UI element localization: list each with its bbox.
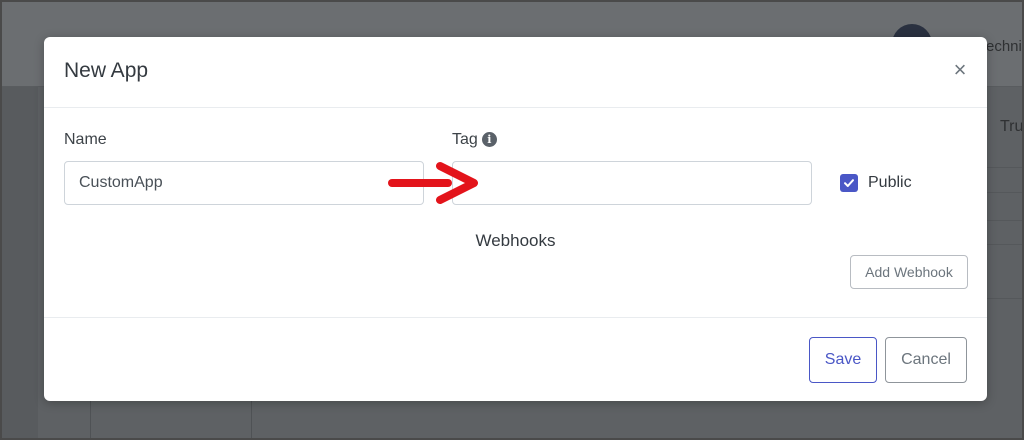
new-app-modal: New App × Name Tagi Public Webhooks Add … (44, 37, 987, 401)
background-user-name: echnic (986, 38, 1022, 55)
name-label: Name (64, 131, 107, 148)
background-table-row (987, 244, 1022, 267)
close-icon[interactable]: × (951, 59, 969, 81)
background-table-row (987, 220, 1022, 243)
red-arrow-annotation (388, 162, 478, 204)
tag-label: Tag (452, 131, 478, 148)
webhooks-heading: Webhooks (475, 231, 556, 250)
checkmark-icon (844, 179, 854, 187)
modal-title: New App (64, 59, 149, 82)
save-button[interactable]: Save (809, 337, 877, 383)
tag-input[interactable] (452, 161, 812, 205)
background-table-row (987, 192, 1022, 215)
background-table-row (987, 298, 1022, 321)
public-label[interactable]: Public (868, 174, 912, 192)
add-webhook-button[interactable]: Add Webhook (850, 255, 968, 289)
background-table (90, 400, 971, 438)
tag-label-group: Tag i (452, 131, 497, 149)
name-input[interactable] (64, 161, 424, 205)
modal-footer: Save Cancel (44, 317, 987, 402)
screenshot-frame: echnic Tru New App × Name Tagi Public We… (0, 0, 1024, 440)
public-checkbox[interactable] (840, 174, 858, 192)
cancel-button[interactable]: Cancel (885, 337, 967, 383)
modal-header: New App × (44, 37, 987, 108)
background-sidebar (2, 87, 38, 438)
background-table-row (987, 167, 1022, 190)
info-icon[interactable]: i (481, 132, 497, 147)
background-column-header: Tru (1000, 118, 1024, 135)
